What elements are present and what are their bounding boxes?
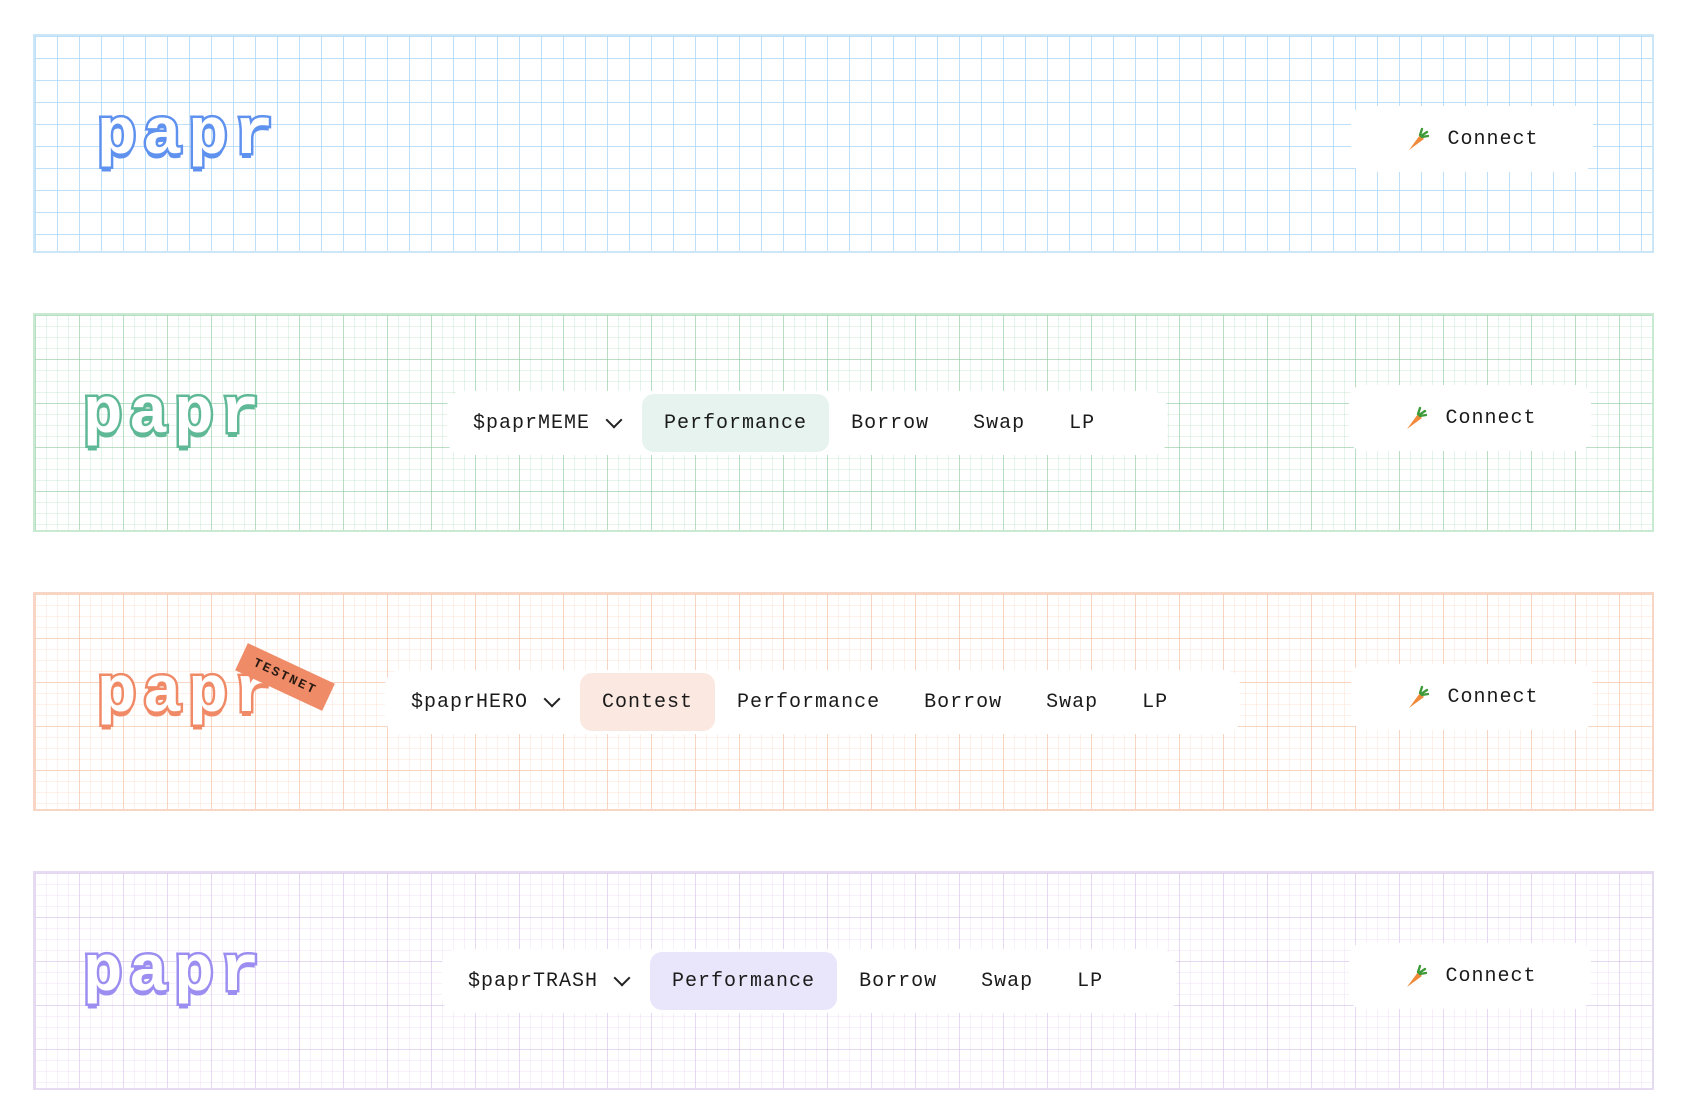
main-nav: $paprMEME Performance Borrow Swap LP (447, 391, 1167, 455)
token-label: $paprMEME (473, 411, 591, 435)
nav-item-swap[interactable]: Swap (951, 394, 1047, 452)
token-label: $paprTRASH (468, 969, 599, 993)
nav-item-performance[interactable]: Performance (642, 394, 830, 452)
connect-label: Connect (1447, 685, 1539, 709)
main-nav: $paprTRASH Performance Borrow Swap LP (442, 949, 1176, 1013)
papr-logo[interactable]: papr (80, 933, 265, 1023)
nav-item-performance[interactable]: Performance (715, 673, 902, 731)
token-selector[interactable]: $paprHERO (389, 673, 580, 731)
nav-item-borrow[interactable]: Borrow (829, 394, 951, 452)
papr-logo[interactable]: papr (80, 375, 265, 465)
nav-item-swap[interactable]: Swap (1024, 673, 1120, 731)
nav-item-contest[interactable]: Contest (580, 673, 716, 731)
carrot-icon (1403, 963, 1428, 989)
connect-label: Connect (1445, 964, 1537, 988)
papr-logo[interactable]: papr (94, 96, 279, 186)
nav-item-lp[interactable]: LP (1120, 673, 1190, 731)
header-banner-2: papr $paprMEME Performance Borrow Swap L… (33, 313, 1654, 532)
chevron-down-icon (613, 969, 631, 987)
chevron-down-icon (605, 411, 623, 429)
header-banner-3: papr TESTNET $paprHERO Contest Performan… (33, 592, 1654, 811)
connect-button[interactable]: Connect (1349, 385, 1591, 451)
header-banner-4: papr $paprTRASH Performance Borrow Swap … (33, 871, 1654, 1090)
main-nav: $paprHERO Contest Performance Borrow Swa… (385, 670, 1240, 734)
connect-button[interactable]: Connect (1351, 664, 1593, 730)
connect-label: Connect (1447, 127, 1539, 151)
nav-item-lp[interactable]: LP (1055, 952, 1125, 1010)
connect-button[interactable]: Connect (1351, 106, 1593, 172)
connect-button[interactable]: Connect (1349, 943, 1591, 1009)
nav-item-swap[interactable]: Swap (959, 952, 1055, 1010)
carrot-icon (1403, 405, 1428, 431)
carrot-icon (1405, 684, 1430, 710)
carrot-icon (1405, 126, 1430, 152)
nav-item-performance[interactable]: Performance (650, 952, 838, 1010)
connect-label: Connect (1445, 406, 1537, 430)
nav-item-borrow[interactable]: Borrow (902, 673, 1024, 731)
nav-item-borrow[interactable]: Borrow (837, 952, 959, 1010)
token-label: $paprHERO (411, 690, 529, 714)
header-banner-1: papr Connect (33, 34, 1654, 253)
token-selector[interactable]: $paprTRASH (446, 952, 650, 1010)
nav-item-lp[interactable]: LP (1047, 394, 1117, 452)
chevron-down-icon (543, 690, 561, 708)
token-selector[interactable]: $paprMEME (451, 394, 642, 452)
